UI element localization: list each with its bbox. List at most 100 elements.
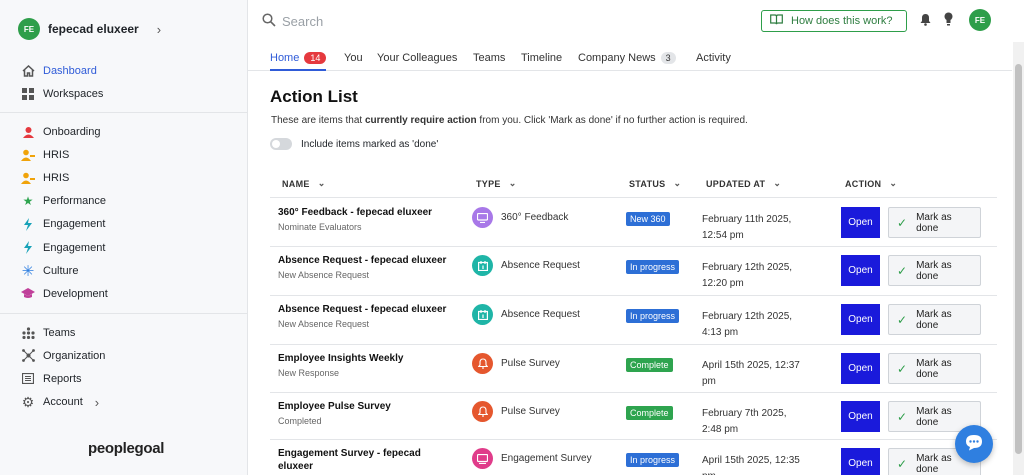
bell-icon[interactable]: [920, 13, 931, 29]
tab-teams[interactable]: Teams: [473, 46, 505, 70]
mark-as-done-button[interactable]: ✓ Mark as done: [888, 304, 981, 335]
sidebar-item-engagement[interactable]: Engagement: [20, 213, 108, 236]
item-name-cell: 360° Feedback - fepecad eluxeer Nominate…: [278, 206, 432, 233]
check-icon: ✓: [897, 456, 908, 471]
item-type-cell: 360° Feedback: [472, 207, 568, 228]
updated-at: February 7th 2025, 2:48 pm: [702, 408, 787, 435]
tab-bar: Home 14 You Your Colleagues Teams Timeli…: [248, 42, 1012, 71]
tab-label: Company News: [578, 52, 656, 64]
column-header-status[interactable]: STATUS ⌄: [629, 178, 681, 189]
lightbulb-icon[interactable]: [944, 12, 953, 29]
sidebar-item-hris-2[interactable]: HRIS: [20, 166, 108, 189]
status-badge: In progress: [626, 453, 680, 467]
table-row: Employee Insights Weekly New Response Pu…: [270, 345, 997, 393]
sidebar-item-account[interactable]: ⚙ Account ›: [20, 391, 105, 414]
done-label-line: done: [916, 416, 939, 428]
mark-as-done-button[interactable]: ✓ Mark as done: [888, 353, 981, 384]
sidebar-item-culture[interactable]: ✳ Culture: [20, 259, 108, 282]
include-done-toggle[interactable]: [270, 138, 292, 150]
tab-company-news[interactable]: Company News 3: [578, 46, 676, 70]
table-row: 360° Feedback - fepecad eluxeer Nominate…: [270, 199, 997, 247]
item-name-cell: Engagement Survey - fepecad eluxeer: [278, 447, 458, 473]
open-button[interactable]: Open: [841, 353, 880, 384]
include-done-toggle-row: Include items marked as 'done': [270, 138, 438, 150]
scrollbar[interactable]: [1013, 42, 1024, 475]
tab-timeline[interactable]: Timeline: [521, 46, 562, 70]
item-name[interactable]: Employee Pulse Survey: [278, 400, 391, 413]
sidebar-item-hris[interactable]: HRIS: [20, 143, 108, 166]
sidebar-item-label: Dashboard: [43, 64, 97, 77]
bolt-icon: [20, 240, 36, 256]
star-icon: ★: [22, 194, 34, 209]
tab-home[interactable]: Home 14: [270, 46, 327, 71]
done-label-line: Mark as: [916, 308, 952, 320]
desc-text: These are items that: [271, 115, 365, 126]
avatar[interactable]: FE: [969, 9, 991, 31]
check-icon: ✓: [897, 409, 908, 424]
how-does-this-work-button[interactable]: How does this work?: [761, 10, 907, 32]
item-name[interactable]: Engagement Survey - fepecad eluxeer: [278, 447, 458, 473]
chat-launcher-button[interactable]: [955, 425, 993, 463]
reports-icon: [20, 371, 36, 387]
sidebar-item-development[interactable]: Development: [20, 282, 108, 305]
chevron-down-icon: ⌄: [317, 178, 326, 188]
item-type-label: Absence Request: [501, 309, 580, 320]
open-button[interactable]: Open: [841, 304, 880, 335]
scrollbar-thumb[interactable]: [1015, 64, 1022, 454]
user-menu[interactable]: FE fepecad eluxeer ›: [18, 18, 161, 40]
item-name[interactable]: Employee Insights Weekly: [278, 352, 403, 365]
calendar-icon: [472, 255, 493, 276]
column-header-name[interactable]: NAME ⌄: [282, 178, 326, 189]
sidebar-item-dashboard[interactable]: Dashboard: [20, 59, 103, 82]
sidebar-item-performance[interactable]: ★ Performance: [20, 190, 108, 213]
feedback-360-icon: [472, 207, 493, 228]
done-label-line: Mark as: [916, 357, 952, 369]
sidebar-item-organization[interactable]: Organization: [20, 344, 105, 367]
open-button[interactable]: Open: [841, 255, 880, 286]
sidebar-item-workspaces[interactable]: Workspaces: [20, 82, 103, 105]
person-key-icon: [20, 170, 36, 186]
sidebar-item-label: Development: [43, 287, 108, 300]
done-label-line: done: [916, 270, 939, 282]
organization-icon: [20, 348, 36, 364]
mark-as-done-button[interactable]: ✓ Mark as done: [888, 207, 981, 238]
mark-as-done-button[interactable]: ✓ Mark as done: [888, 255, 981, 286]
column-header-type[interactable]: TYPE ⌄: [476, 178, 517, 189]
sidebar-item-label: Teams: [43, 326, 76, 339]
column-header-updated-at[interactable]: UPDATED AT ⌄: [706, 178, 781, 189]
column-label: TYPE: [476, 178, 501, 189]
item-name-cell: Absence Request - fepecad eluxeer New Ab…: [278, 254, 446, 281]
item-name[interactable]: 360° Feedback - fepecad eluxeer: [278, 206, 432, 219]
item-name[interactable]: Absence Request - fepecad eluxeer: [278, 303, 446, 316]
tab-label: You: [344, 52, 363, 64]
tab-activity[interactable]: Activity: [696, 46, 731, 70]
sidebar-item-teams[interactable]: Teams: [20, 321, 105, 344]
updated-at: February 11th 2025, 12:54 pm: [702, 214, 792, 241]
search-input[interactable]: [282, 10, 582, 32]
status-badge: Complete: [626, 358, 673, 372]
chevron-down-icon: ⌄: [889, 178, 898, 188]
item-subtitle: New Absence Request: [278, 319, 370, 329]
sidebar-item-reports[interactable]: Reports: [20, 367, 105, 390]
person-key-icon: [20, 147, 36, 163]
open-button[interactable]: Open: [841, 401, 880, 432]
page-title: Action List: [270, 87, 358, 106]
open-button[interactable]: Open: [841, 207, 880, 238]
done-label-line: done: [916, 222, 939, 234]
item-name[interactable]: Absence Request - fepecad eluxeer: [278, 254, 446, 267]
sidebar-item-onboarding[interactable]: Onboarding: [20, 120, 108, 143]
tab-you[interactable]: You: [344, 46, 363, 70]
survey-icon: [472, 448, 493, 469]
sidebar-item-label: Engagement: [43, 218, 106, 231]
sidebar-item-label: Workspaces: [43, 87, 104, 100]
mark-as-done-label: Mark as done: [916, 309, 952, 331]
column-label: NAME: [282, 178, 310, 189]
sidebar-item-label: Performance: [43, 195, 106, 208]
tab-your-colleagues[interactable]: Your Colleagues: [377, 46, 457, 70]
chevron-down-icon: ⌄: [508, 178, 517, 188]
open-button[interactable]: Open: [841, 448, 880, 475]
sidebar-item-engagement-2[interactable]: Engagement: [20, 236, 108, 259]
admin-nav: Teams Organization Reports ⚙ Account ›: [20, 321, 105, 414]
column-header-action[interactable]: ACTION ⌄: [845, 178, 897, 189]
done-label-line: Mark as: [916, 211, 952, 223]
